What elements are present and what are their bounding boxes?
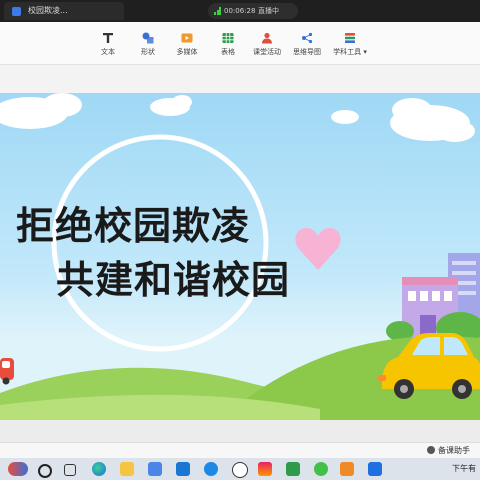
live-status-pill[interactable]: 00:06:28 直播中 — [208, 3, 298, 19]
slide-scroll-area — [0, 420, 480, 442]
cloud-icon — [0, 93, 475, 142]
heart-icon — [295, 227, 341, 270]
table-icon — [222, 33, 234, 43]
edge-icon[interactable] — [92, 462, 106, 476]
subject-tools-button[interactable]: 学科工具 ▾ — [332, 32, 368, 60]
tool-label: 思维导图 — [293, 48, 321, 56]
tool-label: 学科工具 ▾ — [333, 48, 367, 56]
media-icon — [181, 33, 193, 43]
shape-icon — [142, 32, 154, 44]
assistant-button[interactable]: 备课助手 — [427, 445, 470, 456]
task-view-icon[interactable] — [64, 464, 76, 476]
media-tool-button[interactable]: 多媒体 — [175, 32, 199, 60]
store-icon[interactable] — [148, 462, 162, 476]
slide-canvas[interactable]: 拒绝校园欺凌 共建和谐校园 — [0, 93, 480, 420]
tool-label: 多媒体 — [176, 48, 198, 56]
toy-car-icon — [0, 358, 14, 385]
signal-icon — [214, 7, 221, 15]
slide-title-line2: 共建和谐校园 — [56, 258, 291, 302]
classroom-activity-icon — [262, 32, 272, 44]
assistant-label: 备课助手 — [438, 446, 470, 455]
mail-icon[interactable] — [176, 462, 190, 476]
blue-app-icon[interactable] — [368, 462, 382, 476]
live-status-text: 直播中 — [258, 7, 279, 15]
paint-icon[interactable] — [258, 462, 272, 476]
search-icon[interactable] — [38, 464, 52, 478]
w-app-icon[interactable] — [232, 462, 248, 478]
live-timer: 00:06:28 — [224, 7, 256, 15]
tab-title: 校园欺凌... — [28, 6, 68, 15]
file-explorer-icon[interactable] — [120, 462, 134, 476]
tool-label: 文本 — [101, 48, 115, 56]
orange-app-icon[interactable] — [340, 462, 354, 476]
status-bar: 备课助手 — [0, 442, 480, 459]
shape-tool-button[interactable]: 形状 — [138, 32, 158, 60]
taskbar-clock[interactable]: 下午有 — [452, 463, 476, 474]
mindmap-icon — [302, 32, 313, 44]
tool-label: 课堂活动 — [253, 48, 281, 56]
browser-tab[interactable]: 校园欺凌... — [4, 2, 124, 20]
table-tool-button[interactable]: 表格 — [218, 32, 238, 60]
windows-taskbar: 下午有 — [0, 458, 480, 480]
wechat-icon[interactable] — [314, 462, 328, 476]
assistant-icon — [427, 446, 435, 454]
green-app-icon[interactable] — [286, 462, 300, 476]
tool-label: 形状 — [141, 48, 155, 56]
window-titlebar: 校园欺凌... 00:06:28 直播中 — [0, 0, 480, 22]
text-tool-button[interactable]: 文本 — [98, 32, 118, 60]
slide-title-line1: 拒绝校园欺凌 — [16, 204, 251, 248]
app-icon — [12, 7, 21, 16]
classroom-activity-button[interactable]: 课堂活动 — [252, 32, 282, 60]
text-icon — [103, 33, 113, 43]
widgets-icon[interactable] — [8, 462, 28, 476]
canvas-margin — [0, 65, 480, 93]
tool-label: 表格 — [221, 48, 235, 56]
mindmap-button[interactable]: 思维导图 — [292, 32, 322, 60]
browser-icon[interactable] — [204, 462, 218, 476]
subject-tools-icon — [345, 33, 355, 43]
editor-toolbar: 文本 形状 多媒体 表格 课堂活动 思维导图 学科工具 ▾ — [0, 22, 480, 65]
